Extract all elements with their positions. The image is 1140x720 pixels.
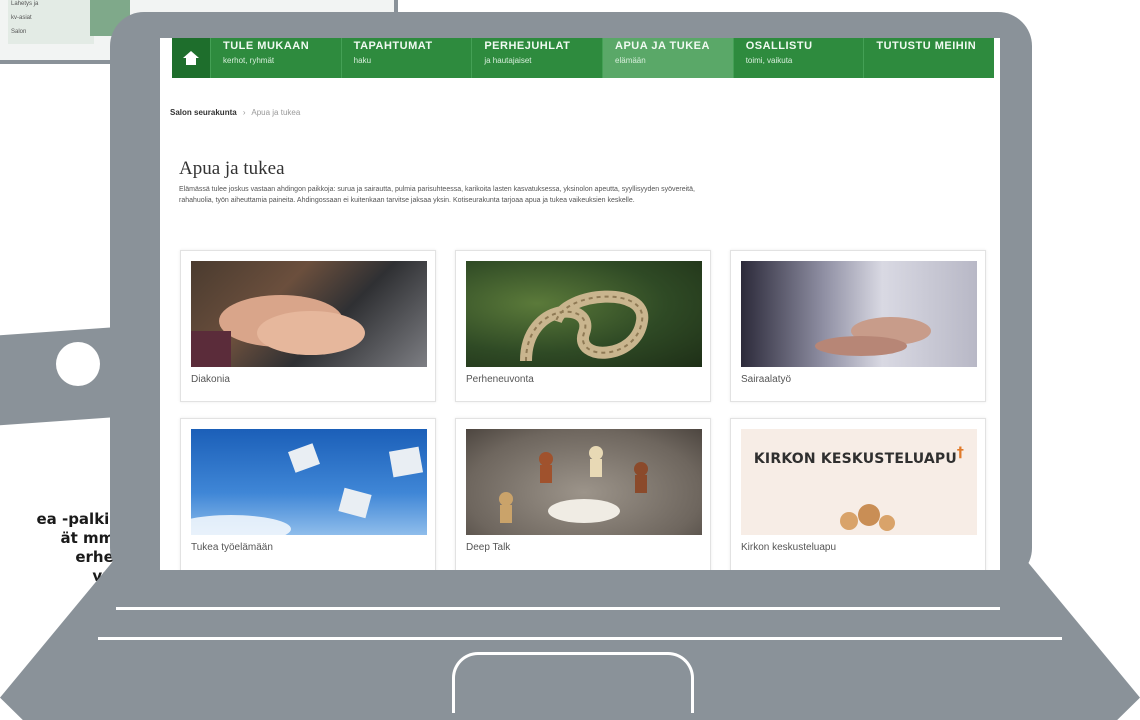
card-label: Tukea työelämään	[191, 542, 273, 553]
nav-item-title: TAPAHTUMAT	[353, 40, 433, 52]
laptop-trackpad	[452, 652, 694, 713]
card-label: Kirkon keskusteluapu	[741, 542, 837, 553]
home-button[interactable]	[172, 38, 210, 78]
mini-menu-line: kv-asiat	[11, 15, 32, 21]
nav-item-title: TULE MUKAAN	[223, 40, 310, 52]
nav-item-tule-mukaan[interactable]: TULE MUKAAN kerhot, ryhmät	[210, 38, 341, 78]
rope-knot-image	[520, 290, 649, 362]
nav-item-subtitle: elämään	[615, 56, 646, 65]
card-label: Perheneuvonta	[466, 374, 534, 385]
card-image	[191, 429, 427, 535]
card-image	[466, 429, 702, 535]
background-mini-menu: Lahetys ja kv-asiat Salon	[8, 0, 94, 44]
paper-figures-image	[499, 446, 648, 523]
main-navigation: TULE MUKAAN kerhot, ryhmät TAPAHTUMAT ha…	[172, 38, 994, 78]
breadcrumb: Salon seurakunta › Apua ja tukea	[170, 108, 300, 117]
nav-item-tapahtumat[interactable]: TAPAHTUMAT haku	[340, 38, 472, 78]
card-image: KIRKON KESKUSTELUAPU†	[741, 429, 977, 535]
breadcrumb-separator: ›	[242, 108, 246, 117]
side-caption-line: ea -palkin	[36, 510, 120, 528]
nav-item-title: TUTUSTU MEIHIN	[876, 40, 977, 52]
nav-item-subtitle: kerhot, ryhmät	[223, 56, 275, 65]
hospital-hands-image	[815, 317, 931, 356]
wooden-figures-image	[840, 504, 895, 531]
nav-item-tutustu-meihin[interactable]: TUTUSTU MEIHIN	[863, 38, 994, 78]
card-tukea-tyoelamaan[interactable]: Tukea työelämään	[180, 418, 436, 570]
hands-image	[191, 295, 365, 367]
card-deep-talk[interactable]: Deep Talk	[455, 418, 711, 570]
card-kirkon-keskusteluapu[interactable]: KIRKON KESKUSTELUAPU† Kirkon keskustelua…	[730, 418, 986, 570]
card-label: Sairaalatyö	[741, 374, 792, 385]
card-diakonia[interactable]: Diakonia	[180, 250, 436, 402]
nav-item-apua-ja-tukea[interactable]: APUA JA TUKEA elämään	[602, 38, 733, 78]
nav-item-subtitle: toimi, vaikuta	[745, 56, 793, 65]
card-label: Diakonia	[191, 374, 230, 385]
card-perheneuvonta[interactable]: Perheneuvonta	[455, 250, 711, 402]
card-image	[191, 261, 427, 367]
nav-item-subtitle: ja hautajaiset	[484, 56, 532, 65]
laptop-base-line	[116, 607, 1000, 610]
card-sairaalatyo[interactable]: Sairaalatyö	[730, 250, 986, 402]
card-image	[466, 261, 702, 367]
mini-menu-line: Lahetys ja	[11, 1, 39, 7]
card-label: Deep Talk	[466, 542, 511, 553]
side-caption-line: ät mm.	[60, 529, 120, 547]
tablet-home-button	[56, 342, 100, 386]
nav-item-title: PERHEJUHLAT	[484, 40, 571, 52]
side-caption-line: erhe-	[75, 548, 120, 566]
nav-item-osallistu[interactable]: OSALLISTU toimi, vaikuta	[732, 38, 864, 78]
nav-item-title: APUA JA TUKEA	[615, 40, 710, 52]
puzzle-pieces-image	[191, 443, 424, 535]
card-image	[741, 261, 977, 367]
nav-item-perhejuhlat[interactable]: PERHEJUHLAT ja hautajaiset	[471, 38, 602, 78]
breadcrumb-current: Apua ja tukea	[251, 108, 301, 117]
page-title: Apua ja tukea	[179, 158, 285, 179]
home-icon	[183, 51, 199, 65]
nav-item-title: OSALLISTU	[745, 40, 813, 52]
laptop-base-line	[98, 637, 1062, 640]
mini-menu-line: Salon	[11, 29, 27, 35]
laptop-screen: TULE MUKAAN kerhot, ryhmät TAPAHTUMAT ha…	[160, 38, 1000, 570]
nav-item-subtitle: haku	[353, 56, 372, 65]
breadcrumb-link-home[interactable]: Salon seurakunta	[170, 108, 237, 117]
page-intro: Elämässä tulee joskus vastaan ahdingon p…	[179, 186, 695, 204]
